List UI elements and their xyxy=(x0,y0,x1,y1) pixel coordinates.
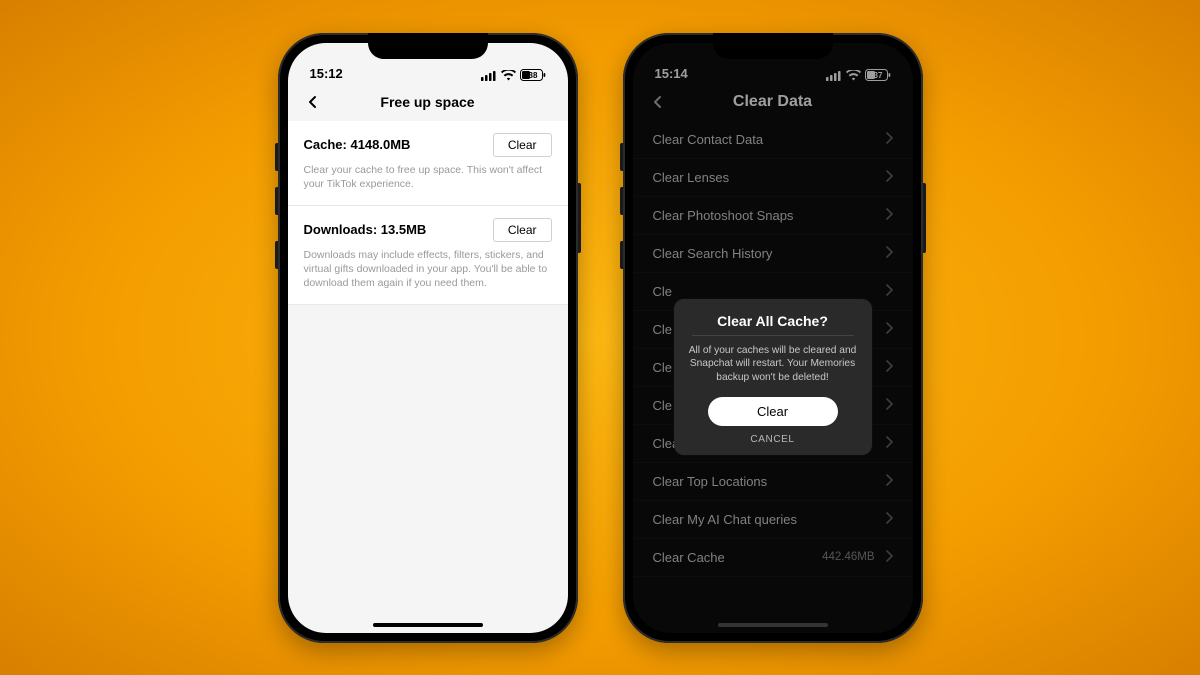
svg-text:38: 38 xyxy=(528,71,537,80)
screen-snapchat: 15:14 37 Clear Data Clear Contact DataCl… xyxy=(633,43,913,633)
clear-downloads-button[interactable]: Clear xyxy=(493,218,552,242)
cache-label: Cache: 4148.0MB xyxy=(304,137,411,152)
modal-body: All of your caches will be cleared and S… xyxy=(686,344,860,385)
battery-icon: 38 xyxy=(520,69,546,81)
signal-icon xyxy=(481,70,497,81)
screen-tiktok: 15:12 38 Free up space Cache: 4148.0MB C… xyxy=(288,43,568,633)
downloads-label: Downloads: 13.5MB xyxy=(304,222,427,237)
clear-cache-button[interactable]: Clear xyxy=(493,133,552,157)
modal-title: Clear All Cache? xyxy=(692,313,854,336)
chevron-left-icon xyxy=(306,95,320,109)
cache-description: Clear your cache to free up space. This … xyxy=(304,163,552,191)
phone-snapchat: 15:14 37 Clear Data Clear Contact DataCl… xyxy=(623,33,923,643)
home-indicator[interactable] xyxy=(373,623,483,627)
app-header: Free up space xyxy=(288,83,568,121)
downloads-section: Downloads: 13.5MB Clear Downloads may in… xyxy=(288,206,568,306)
status-icons: 38 xyxy=(481,69,546,81)
notch xyxy=(368,33,488,59)
modal-cancel-button[interactable]: CANCEL xyxy=(686,434,860,445)
status-time: 15:12 xyxy=(310,66,343,81)
content-body: Cache: 4148.0MB Clear Clear your cache t… xyxy=(288,121,568,306)
cache-section: Cache: 4148.0MB Clear Clear your cache t… xyxy=(288,121,568,206)
page-title: Free up space xyxy=(380,94,474,110)
downloads-description: Downloads may include effects, filters, … xyxy=(304,248,552,291)
wifi-icon xyxy=(501,70,516,81)
modal-clear-button[interactable]: Clear xyxy=(708,397,838,426)
phone-tiktok: 15:12 38 Free up space Cache: 4148.0MB C… xyxy=(278,33,578,643)
notch xyxy=(713,33,833,59)
back-button[interactable] xyxy=(302,91,324,113)
clear-cache-modal: Clear All Cache? All of your caches will… xyxy=(674,299,872,455)
